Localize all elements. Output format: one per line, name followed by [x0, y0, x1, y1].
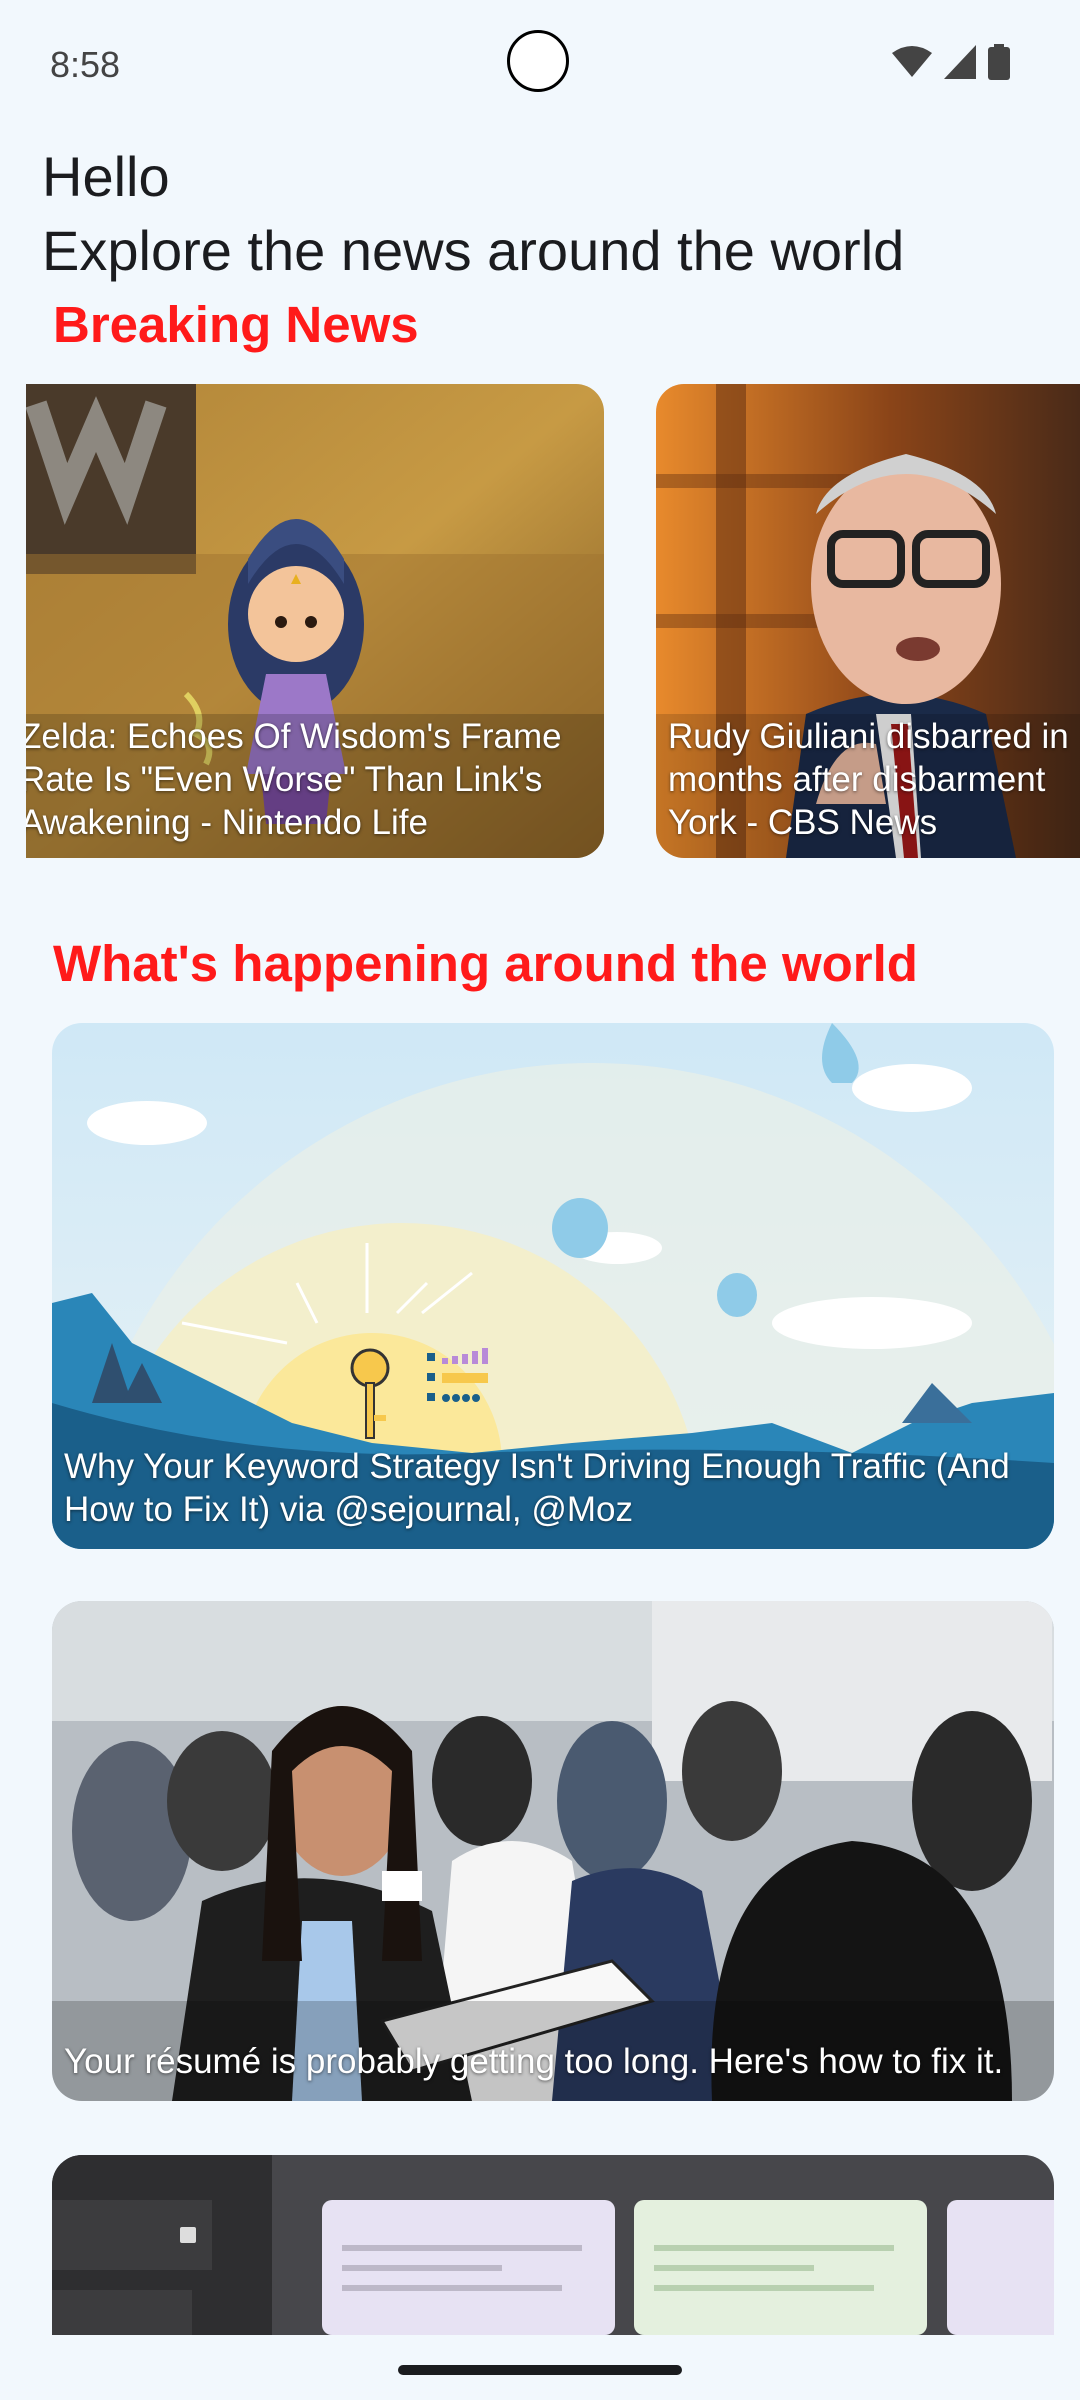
world-news-card[interactable]: Your résumé is probably getting too long… [52, 1601, 1054, 2101]
article-image [52, 1601, 1054, 2101]
signal-icon [944, 45, 976, 79]
status-bar: 8:58 [0, 0, 1080, 130]
status-time: 8:58 [50, 44, 121, 85]
camera-cutout [507, 30, 569, 92]
article-title: Rudy Giuliani disbarred in months after … [668, 717, 1069, 842]
breaking-news-carousel[interactable]: Zelda: Echoes Of Wisdom's Frame Rate Is … [0, 384, 1080, 858]
subtitle-text: Explore the news around the world [42, 219, 905, 282]
battery-icon [988, 44, 1010, 80]
world-news-card[interactable]: Why Your Keyword Strategy Isn't Driving … [52, 1023, 1054, 1549]
article-image [52, 2155, 1054, 2335]
breaking-news-heading: Breaking News [53, 296, 419, 353]
world-news-card[interactable] [52, 2155, 1054, 2335]
wifi-icon [892, 46, 932, 77]
breaking-news-card[interactable]: Zelda: Echoes Of Wisdom's Frame Rate Is … [26, 384, 604, 858]
greeting-text: Hello [42, 145, 170, 208]
article-title: Your résumé is probably getting too long… [64, 2042, 1004, 2081]
breaking-news-card[interactable]: Rudy Giuliani disbarred in months after … [656, 384, 1080, 858]
gesture-nav-bar[interactable] [398, 2365, 682, 2375]
status-icons [892, 44, 1010, 80]
world-news-heading: What's happening around the world [53, 935, 918, 992]
article-title: Zelda: Echoes Of Wisdom's Frame Rate Is … [26, 717, 562, 842]
article-title: Why Your Keyword Strategy Isn't Driving … [64, 1447, 1010, 1529]
